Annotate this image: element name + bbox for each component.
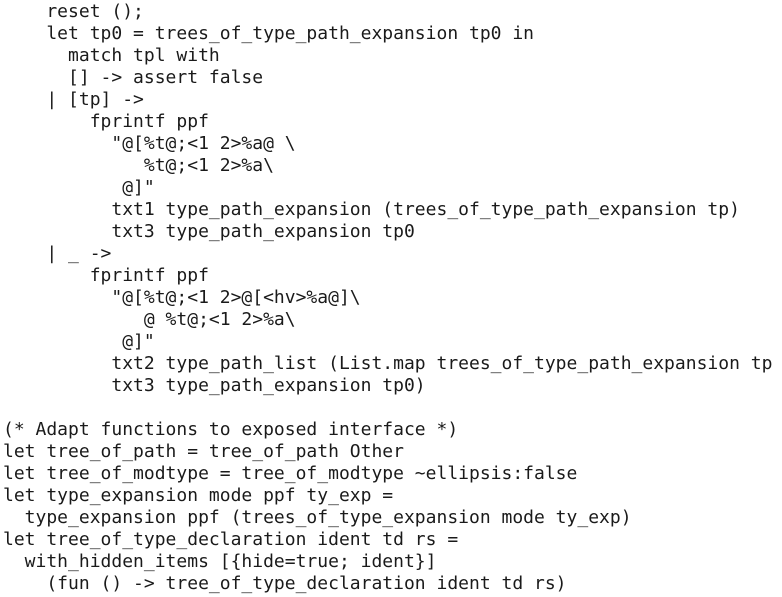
code-line-23: let type_expansion mode ppf ty_exp = <box>3 485 394 506</box>
code-line-3: match tpl with <box>3 45 220 66</box>
code-line-9: @]" <box>3 177 155 198</box>
code-line-21: let tree_of_path = tree_of_path Other <box>3 441 404 462</box>
code-line-25: let tree_of_type_declaration ident td rs… <box>3 529 459 550</box>
code-line-22: let tree_of_modtype = tree_of_modtype ~e… <box>3 463 578 484</box>
code-line-13: fprintf ppf <box>3 265 209 286</box>
code-line-17: txt2 type_path_list (List.map trees_of_t… <box>3 353 773 374</box>
code-view[interactable]: reset (); let tp0 = trees_of_type_path_e… <box>0 0 782 597</box>
code-line-18: txt3 type_path_expansion tp0) <box>3 375 426 396</box>
code-line-10: txt1 type_path_expansion (trees_of_type_… <box>3 199 740 220</box>
code-line-27: (fun () -> tree_of_type_declaration iden… <box>3 573 567 594</box>
code-line-2: let tp0 = trees_of_type_path_expansion t… <box>3 23 535 44</box>
code-line-16: @]" <box>3 331 155 352</box>
code-line-26: with_hidden_items [{hide=true; ident}] <box>3 551 437 572</box>
code-line-7: "@[%t@;<1 2>%a@ \ <box>3 133 296 154</box>
code-line-15: @ %t@;<1 2>%a\ <box>3 309 296 330</box>
code-line-11: txt3 type_path_expansion tp0 <box>3 221 415 242</box>
code-line-14: "@[%t@;<1 2>@[<hv>%a@]\ <box>3 287 361 308</box>
code-line-6: fprintf ppf <box>3 111 209 132</box>
code-line-24: type_expansion ppf (trees_of_type_expans… <box>3 507 632 528</box>
code-line-8: %t@;<1 2>%a\ <box>3 155 274 176</box>
code-line-20: (* Adapt functions to exposed interface … <box>3 419 459 440</box>
code-line-5: | [tp] -> <box>3 89 144 110</box>
code-line-12: | _ -> <box>3 243 112 264</box>
code-line-4: [] -> assert false <box>3 67 264 88</box>
code-line-1: reset (); <box>3 1 144 22</box>
